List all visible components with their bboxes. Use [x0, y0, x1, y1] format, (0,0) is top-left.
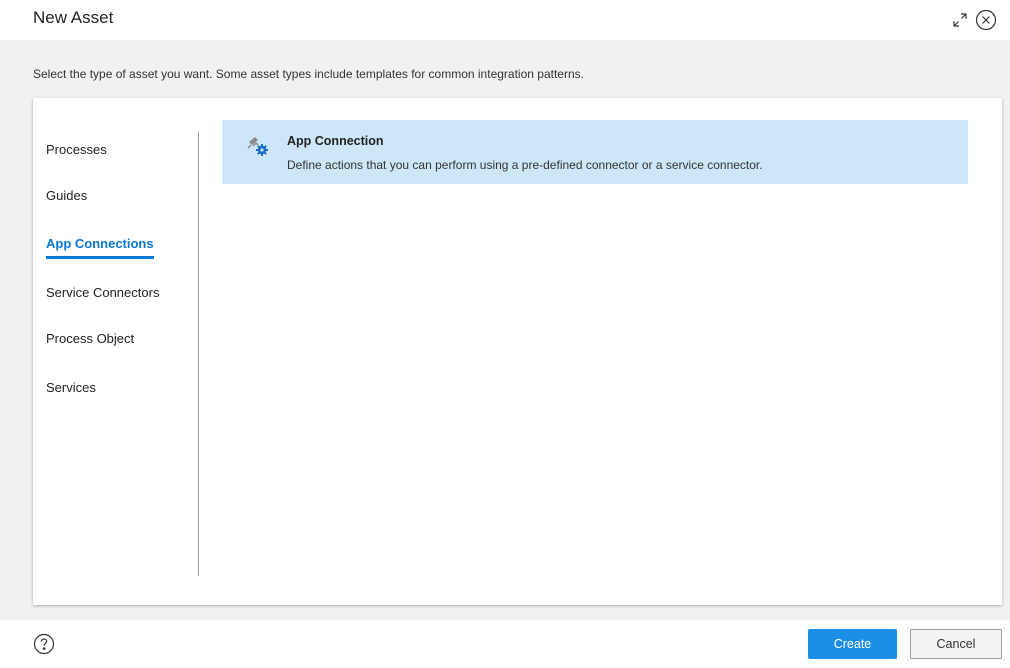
asset-card-app-connection[interactable]: App Connection Define actions that you c… [222, 120, 968, 184]
asset-name: App Connection [287, 134, 384, 148]
nav-item-app-connections[interactable]: App Connections [46, 236, 154, 259]
dialog-title: New Asset [33, 8, 114, 27]
cancel-button[interactable]: Cancel [910, 629, 1002, 659]
asset-panel: Processes Guides App Connections Service… [33, 98, 1002, 605]
header-icons [948, 8, 998, 32]
asset-description: Define actions that you can perform usin… [287, 158, 763, 172]
maximize-icon[interactable] [948, 8, 972, 32]
instruction-text: Select the type of asset you want. Some … [33, 67, 584, 81]
nav-item-process-object[interactable]: Process Object [46, 331, 134, 351]
close-icon[interactable] [974, 8, 998, 32]
dialog-body: Select the type of asset you want. Some … [0, 40, 1010, 620]
asset-type-nav: Processes Guides App Connections Service… [33, 98, 199, 605]
nav-item-service-connectors[interactable]: Service Connectors [46, 285, 159, 305]
dialog-header: New Asset [0, 0, 1010, 40]
nav-divider [198, 132, 199, 576]
nav-item-services[interactable]: Services [46, 380, 96, 400]
help-icon[interactable] [33, 633, 55, 655]
app-connection-icon [246, 134, 270, 158]
nav-item-processes[interactable]: Processes [46, 142, 107, 162]
create-button[interactable]: Create [808, 629, 897, 659]
dialog-footer: Create Cancel [0, 620, 1010, 668]
nav-item-guides[interactable]: Guides [46, 188, 87, 208]
